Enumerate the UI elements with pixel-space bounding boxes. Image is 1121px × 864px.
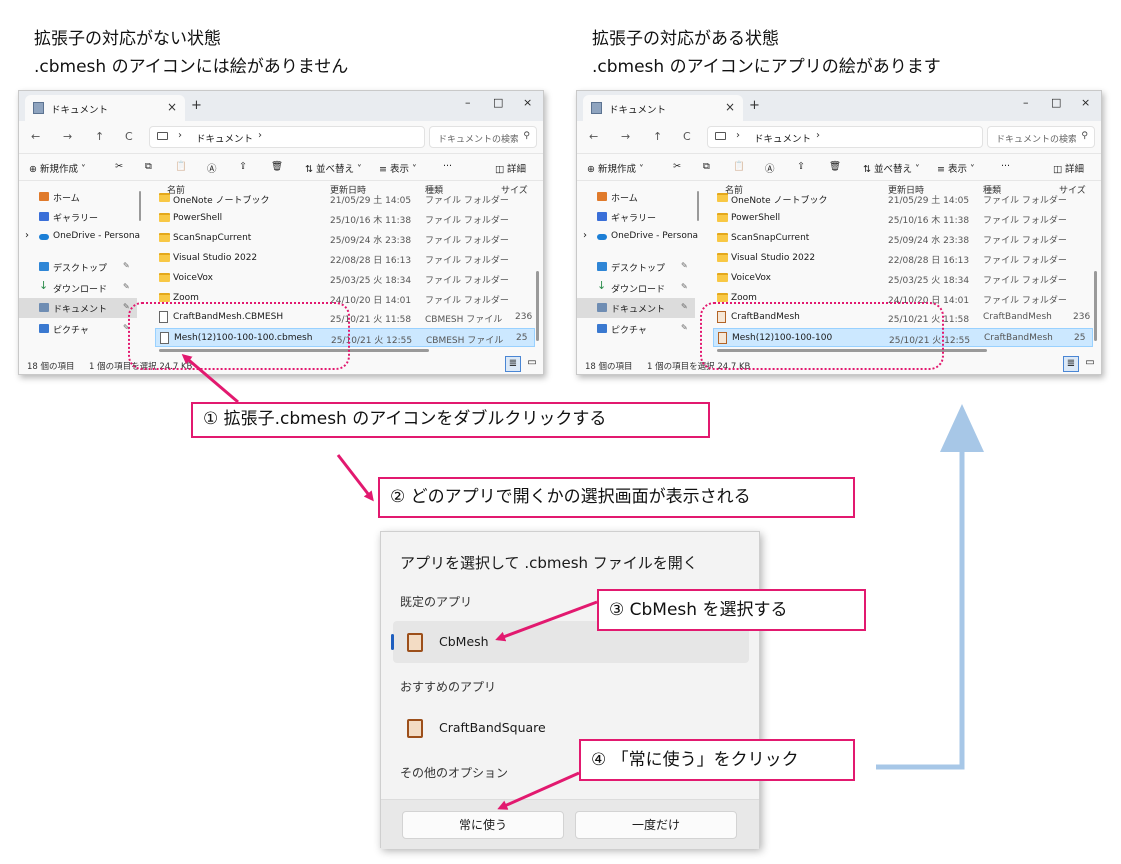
arrow-step3-to-cbmesh [495, 600, 598, 642]
arrow-step1-to-file [181, 354, 239, 404]
flow-arrow-result [876, 452, 965, 770]
flow-arrowhead [940, 404, 984, 452]
arrow-step4-to-button [497, 771, 580, 810]
arrow-step1-to-step2 [336, 454, 374, 502]
annotation-arrows [181, 354, 984, 810]
